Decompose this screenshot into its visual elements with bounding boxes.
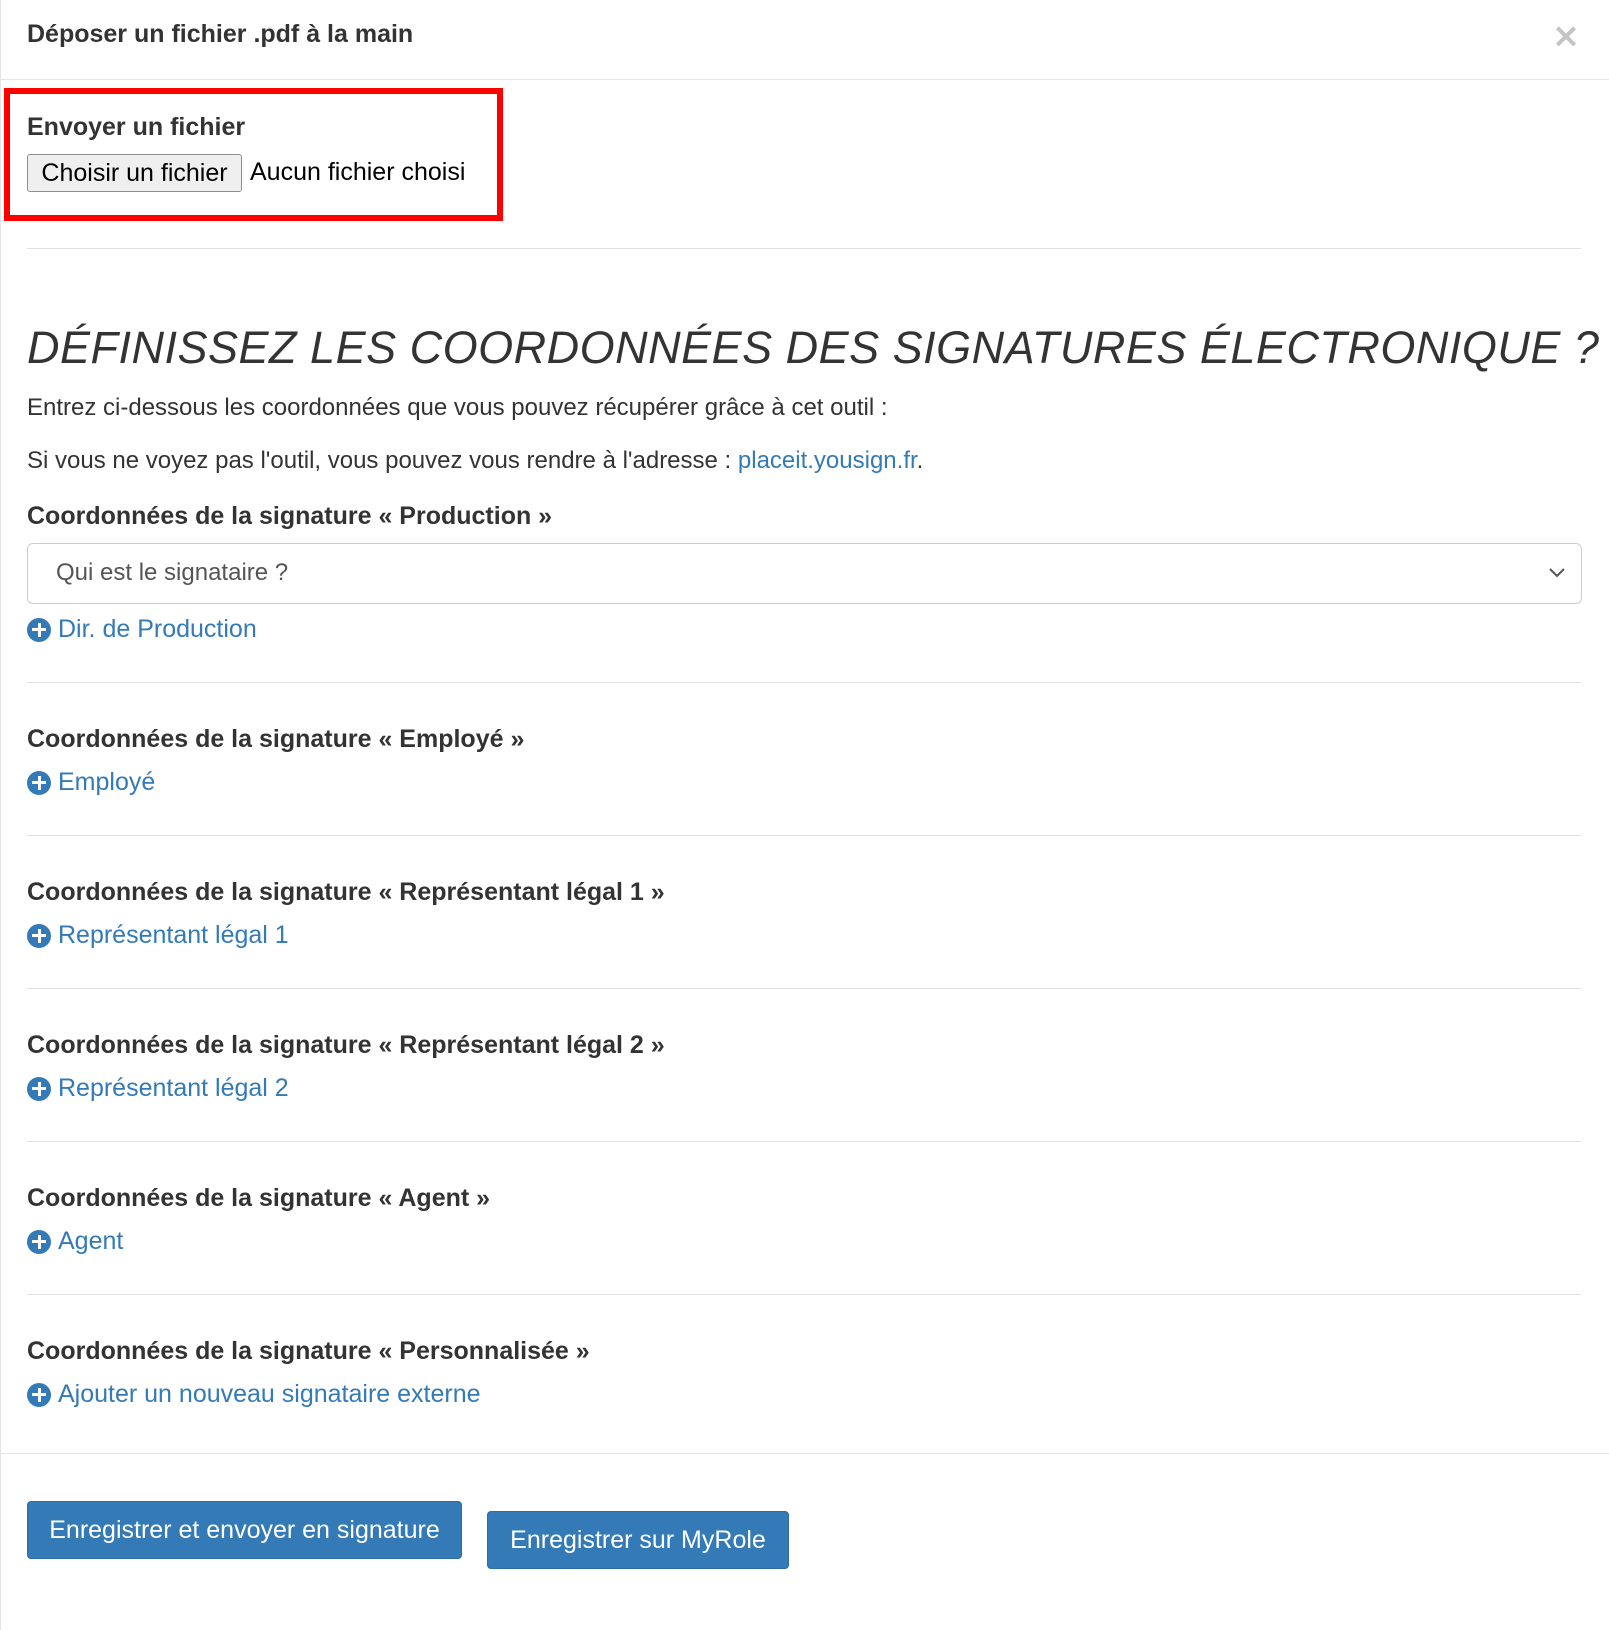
section-label-production: Coordonnées de la signature « Production… (27, 502, 553, 530)
plus-circle-icon (27, 1076, 51, 1101)
file-status: Aucun fichier choisi (250, 158, 466, 186)
signer-select-value: Qui est le signataire ? (56, 559, 289, 586)
add-signer-label: Ajouter un nouveau signataire externe (58, 1380, 481, 1408)
chevron-down-icon (1549, 568, 1565, 578)
divider (27, 988, 1581, 989)
plus-circle-icon (27, 923, 51, 948)
add-external-signer[interactable]: Ajouter un nouveau signataire externe (27, 1380, 481, 1409)
coordinates-title: DÉFINISSEZ LES COORDONNÉES DES SIGNATURE… (27, 322, 1600, 373)
modal-title: Déposer un fichier .pdf à la main (27, 20, 414, 48)
section-label-agent: Coordonnées de la signature « Agent » (27, 1184, 491, 1212)
close-icon[interactable]: × (1551, 18, 1581, 54)
plus-circle-icon (27, 770, 51, 795)
tool-address-prefix: Si vous ne voyez pas l'outil, vous pouve… (27, 447, 738, 474)
coordinates-intro: Entrez ci-dessous les coordonnées que vo… (27, 394, 888, 421)
add-signer-employe[interactable]: Employé (27, 768, 155, 797)
add-signer-label: Employé (58, 768, 156, 796)
section-label-employe: Coordonnées de la signature « Employé » (27, 725, 525, 753)
section-label-representant-1: Coordonnées de la signature « Représenta… (27, 878, 665, 906)
divider (27, 248, 1581, 249)
save-myrole-button[interactable]: Enregistrer sur MyRole (487, 1511, 789, 1569)
add-signer-representant-2[interactable]: Représentant légal 2 (27, 1074, 289, 1103)
add-signer-label: Dir. de Production (58, 615, 257, 643)
upload-label: Envoyer un fichier (27, 113, 246, 141)
tool-address-text: Si vous ne voyez pas l'outil, vous pouve… (27, 447, 923, 475)
signer-select[interactable]: Qui est le signataire ? (27, 543, 1582, 604)
divider (27, 1141, 1581, 1142)
divider (27, 835, 1581, 836)
add-signer-label: Représentant légal 2 (58, 1074, 289, 1102)
save-and-send-button[interactable]: Enregistrer et envoyer en signature (27, 1501, 462, 1559)
plus-circle-icon (27, 617, 51, 642)
modal-footer-divider (1, 1453, 1609, 1454)
modal-header: Déposer un fichier .pdf à la main × (1, 0, 1609, 80)
section-label-personnalisee: Coordonnées de la signature « Personnali… (27, 1337, 590, 1365)
placeit-link[interactable]: placeit.yousign.fr (738, 447, 917, 474)
add-signer-representant-1[interactable]: Représentant légal 1 (27, 921, 289, 950)
add-signer-production[interactable]: Dir. de Production (27, 615, 257, 644)
choose-file-button[interactable]: Choisir un fichier (27, 154, 242, 192)
upload-modal: Déposer un fichier .pdf à la main × Envo… (0, 0, 1609, 1630)
add-signer-label: Représentant légal 1 (58, 921, 289, 949)
tool-address-suffix: . (916, 447, 924, 474)
plus-circle-icon (27, 1229, 51, 1254)
divider (27, 682, 1581, 683)
section-label-representant-2: Coordonnées de la signature « Représenta… (27, 1031, 665, 1059)
plus-circle-icon (27, 1382, 51, 1407)
add-signer-label: Agent (58, 1227, 124, 1255)
add-signer-agent[interactable]: Agent (27, 1227, 123, 1256)
divider (27, 1294, 1581, 1295)
